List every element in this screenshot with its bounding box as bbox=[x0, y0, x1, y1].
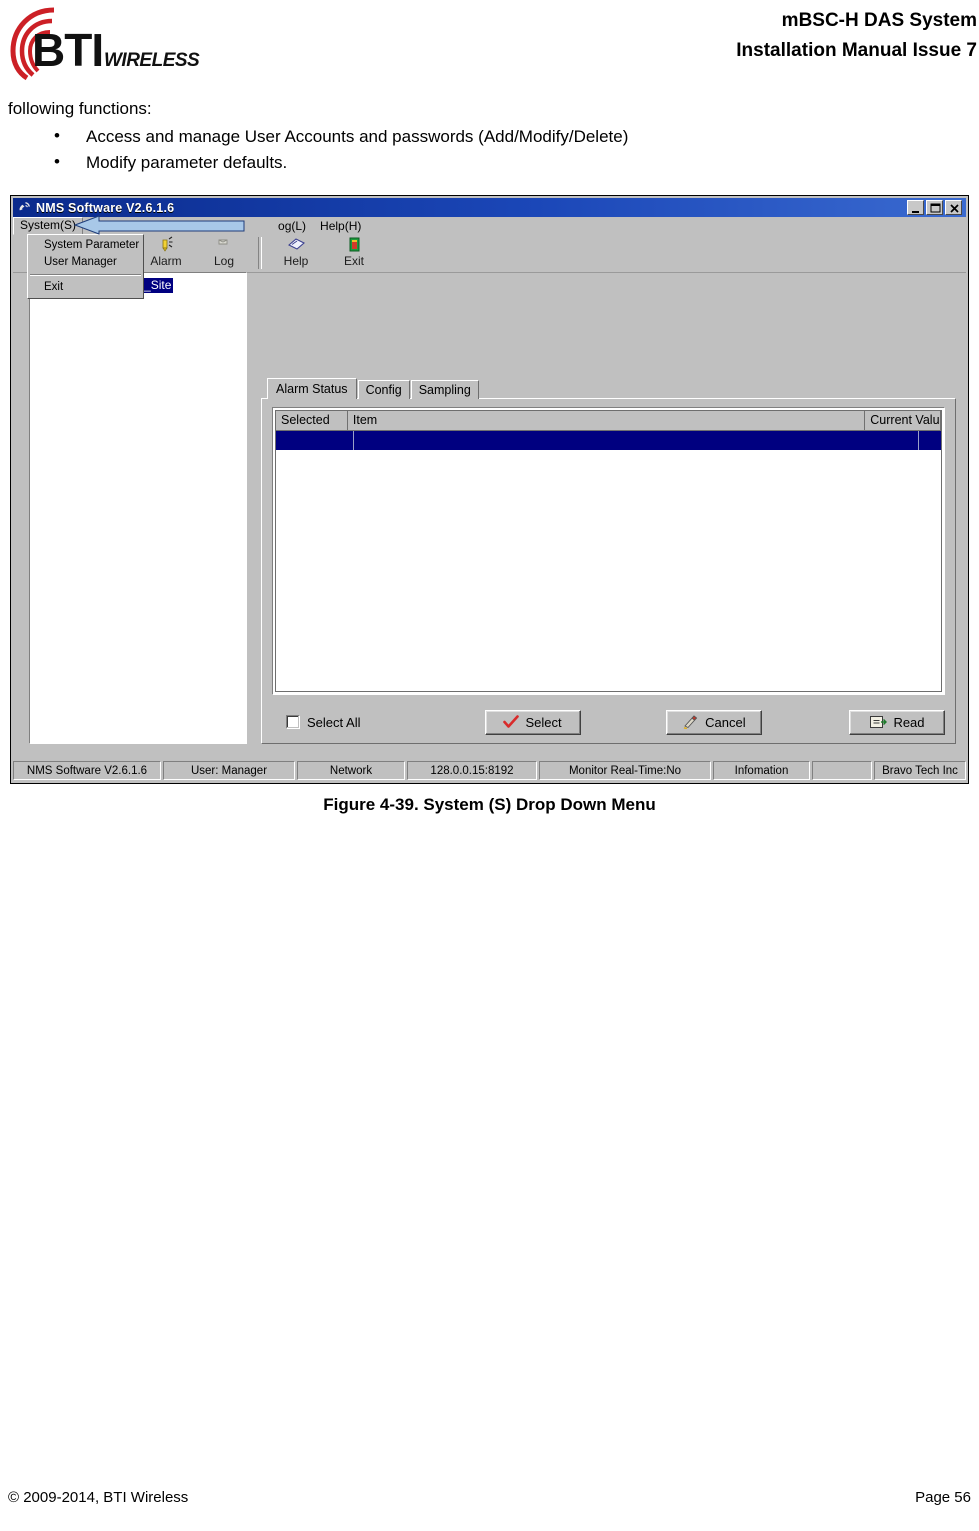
log-icon bbox=[216, 236, 233, 253]
page-footer: © 2009-2014, BTI Wireless Page 56 bbox=[8, 1485, 971, 1509]
status-monitor-realtime: Monitor Real-Time:No bbox=[539, 761, 711, 780]
select-all-checkbox[interactable] bbox=[286, 715, 300, 729]
select-button-label: Select bbox=[525, 714, 562, 730]
close-button[interactable] bbox=[945, 200, 962, 215]
select-button[interactable]: Select bbox=[484, 709, 581, 735]
grid-header-selected[interactable]: Selected bbox=[276, 411, 348, 431]
eraser-icon bbox=[683, 715, 698, 729]
maximize-button[interactable] bbox=[926, 200, 943, 215]
tab-panel-alarm-status: Selected Item Current Value Select All S… bbox=[261, 398, 956, 744]
svg-text:WIRELESS: WIRELESS bbox=[104, 50, 200, 71]
bullet-item: Access and manage User Accounts and pass… bbox=[8, 123, 968, 150]
action-button-row: Select All Select Cancel Read bbox=[272, 705, 945, 739]
toolbar-button-alarm[interactable]: Alarm bbox=[137, 235, 195, 272]
grid-header-row: Selected Item Current Value bbox=[276, 411, 941, 431]
body-text: following functions: Access and manage U… bbox=[8, 96, 968, 176]
select-all-label: Select All bbox=[307, 714, 361, 730]
bti-wireless-logo: BTI WIRELESS bbox=[8, 4, 208, 82]
read-button[interactable]: Read bbox=[848, 709, 945, 735]
tab-strip: Alarm Status Config Sampling bbox=[267, 378, 480, 399]
alarm-grid-inner: Selected Item Current Value bbox=[275, 410, 942, 692]
toolbar-button-exit[interactable]: Exit bbox=[325, 235, 383, 272]
status-address: 128.0.0.15:8192 bbox=[407, 761, 537, 780]
toolbar-label-log: Log bbox=[213, 254, 235, 268]
status-software-version: NMS Software V2.6.1.6 bbox=[13, 761, 161, 780]
menu-option-exit[interactable]: Exit bbox=[28, 279, 143, 296]
toolbar-label-exit: Exit bbox=[343, 254, 364, 268]
alarm-icon bbox=[158, 236, 175, 253]
window-title: NMS Software V2.6.1.6 bbox=[36, 200, 175, 215]
bullet-list: Access and manage User Accounts and pass… bbox=[8, 123, 968, 176]
document-header-text: mBSC-H DAS System Installation Manual Is… bbox=[736, 6, 977, 66]
minimize-button[interactable] bbox=[907, 200, 924, 215]
app-icon bbox=[19, 202, 30, 211]
window-titlebar: NMS Software V2.6.1.6 bbox=[13, 198, 966, 217]
system-dropdown-menu: System Parameter User Manager Exit bbox=[27, 234, 144, 299]
cancel-button-label: Cancel bbox=[705, 714, 746, 730]
menu-item-system[interactable]: System(S) bbox=[13, 217, 84, 235]
help-icon bbox=[287, 236, 306, 253]
tab-alarm-status[interactable]: Alarm Status bbox=[267, 378, 357, 399]
status-network: Network bbox=[297, 761, 405, 780]
toolbar-separator bbox=[258, 237, 262, 269]
menu-bar: System(S) og(L) Help(H) bbox=[13, 217, 966, 235]
site-tree-panel[interactable]: BTI_Example_Site bbox=[29, 272, 247, 744]
status-information: Infomation bbox=[713, 761, 810, 780]
svg-text:BTI: BTI bbox=[32, 24, 103, 76]
figure-caption: Figure 4-39. System (S) Drop Down Menu bbox=[323, 795, 656, 814]
read-button-label: Read bbox=[893, 714, 925, 730]
toolbar: Alarm Log Help Exit bbox=[13, 235, 966, 273]
exit-icon bbox=[346, 236, 363, 253]
grid-cell-selected bbox=[276, 431, 354, 450]
status-company: Bravo Tech Inc bbox=[874, 761, 966, 780]
footer-page-number: Page 56 bbox=[915, 1488, 971, 1506]
nms-application-window: NMS Software V2.6.1.6 System(S) og(L) He… bbox=[10, 195, 969, 784]
grid-cell-item bbox=[354, 431, 919, 450]
toolbar-label-alarm: Alarm bbox=[150, 254, 182, 268]
grid-cell-current-value bbox=[919, 431, 941, 450]
alarm-grid[interactable]: Selected Item Current Value bbox=[272, 407, 945, 695]
status-bar: NMS Software V2.6.1.6 User: Manager Netw… bbox=[13, 761, 966, 780]
tab-config[interactable]: Config bbox=[357, 380, 410, 399]
menu-item-log[interactable]: og(L) bbox=[271, 218, 313, 235]
status-user: User: Manager bbox=[163, 761, 295, 780]
menu-option-system-parameter[interactable]: System Parameter bbox=[28, 237, 143, 254]
page-header: BTI WIRELESS mBSC-H DAS System Installat… bbox=[0, 0, 979, 92]
bullet-item: Modify parameter defaults. bbox=[8, 149, 968, 176]
header-line-1: mBSC-H DAS System bbox=[781, 10, 977, 31]
content-area: Alarm Status Config Sampling Selected It… bbox=[261, 272, 956, 744]
check-icon bbox=[503, 715, 520, 728]
menu-item-help[interactable]: Help(H) bbox=[313, 218, 368, 235]
intro-line: following functions: bbox=[8, 99, 152, 118]
footer-copyright: © 2009-2014, BTI Wireless bbox=[8, 1488, 189, 1506]
menu-separator bbox=[30, 274, 141, 276]
grid-header-current-value[interactable]: Current Value bbox=[865, 411, 941, 431]
toolbar-label-help: Help bbox=[283, 254, 309, 268]
window-controls bbox=[907, 200, 962, 215]
menu-option-user-manager[interactable]: User Manager bbox=[28, 254, 143, 271]
table-row[interactable] bbox=[276, 431, 941, 450]
select-all-checkbox-wrap[interactable]: Select All bbox=[272, 715, 439, 730]
status-empty bbox=[812, 761, 872, 780]
toolbar-button-log[interactable]: Log bbox=[195, 235, 253, 272]
toolbar-button-help[interactable]: Help bbox=[267, 235, 325, 272]
cancel-button[interactable]: Cancel bbox=[665, 709, 762, 735]
read-icon bbox=[870, 716, 888, 728]
header-line-2: Installation Manual Issue 7 bbox=[736, 40, 977, 61]
grid-header-item[interactable]: Item bbox=[347, 411, 866, 431]
tab-sampling[interactable]: Sampling bbox=[410, 380, 479, 399]
